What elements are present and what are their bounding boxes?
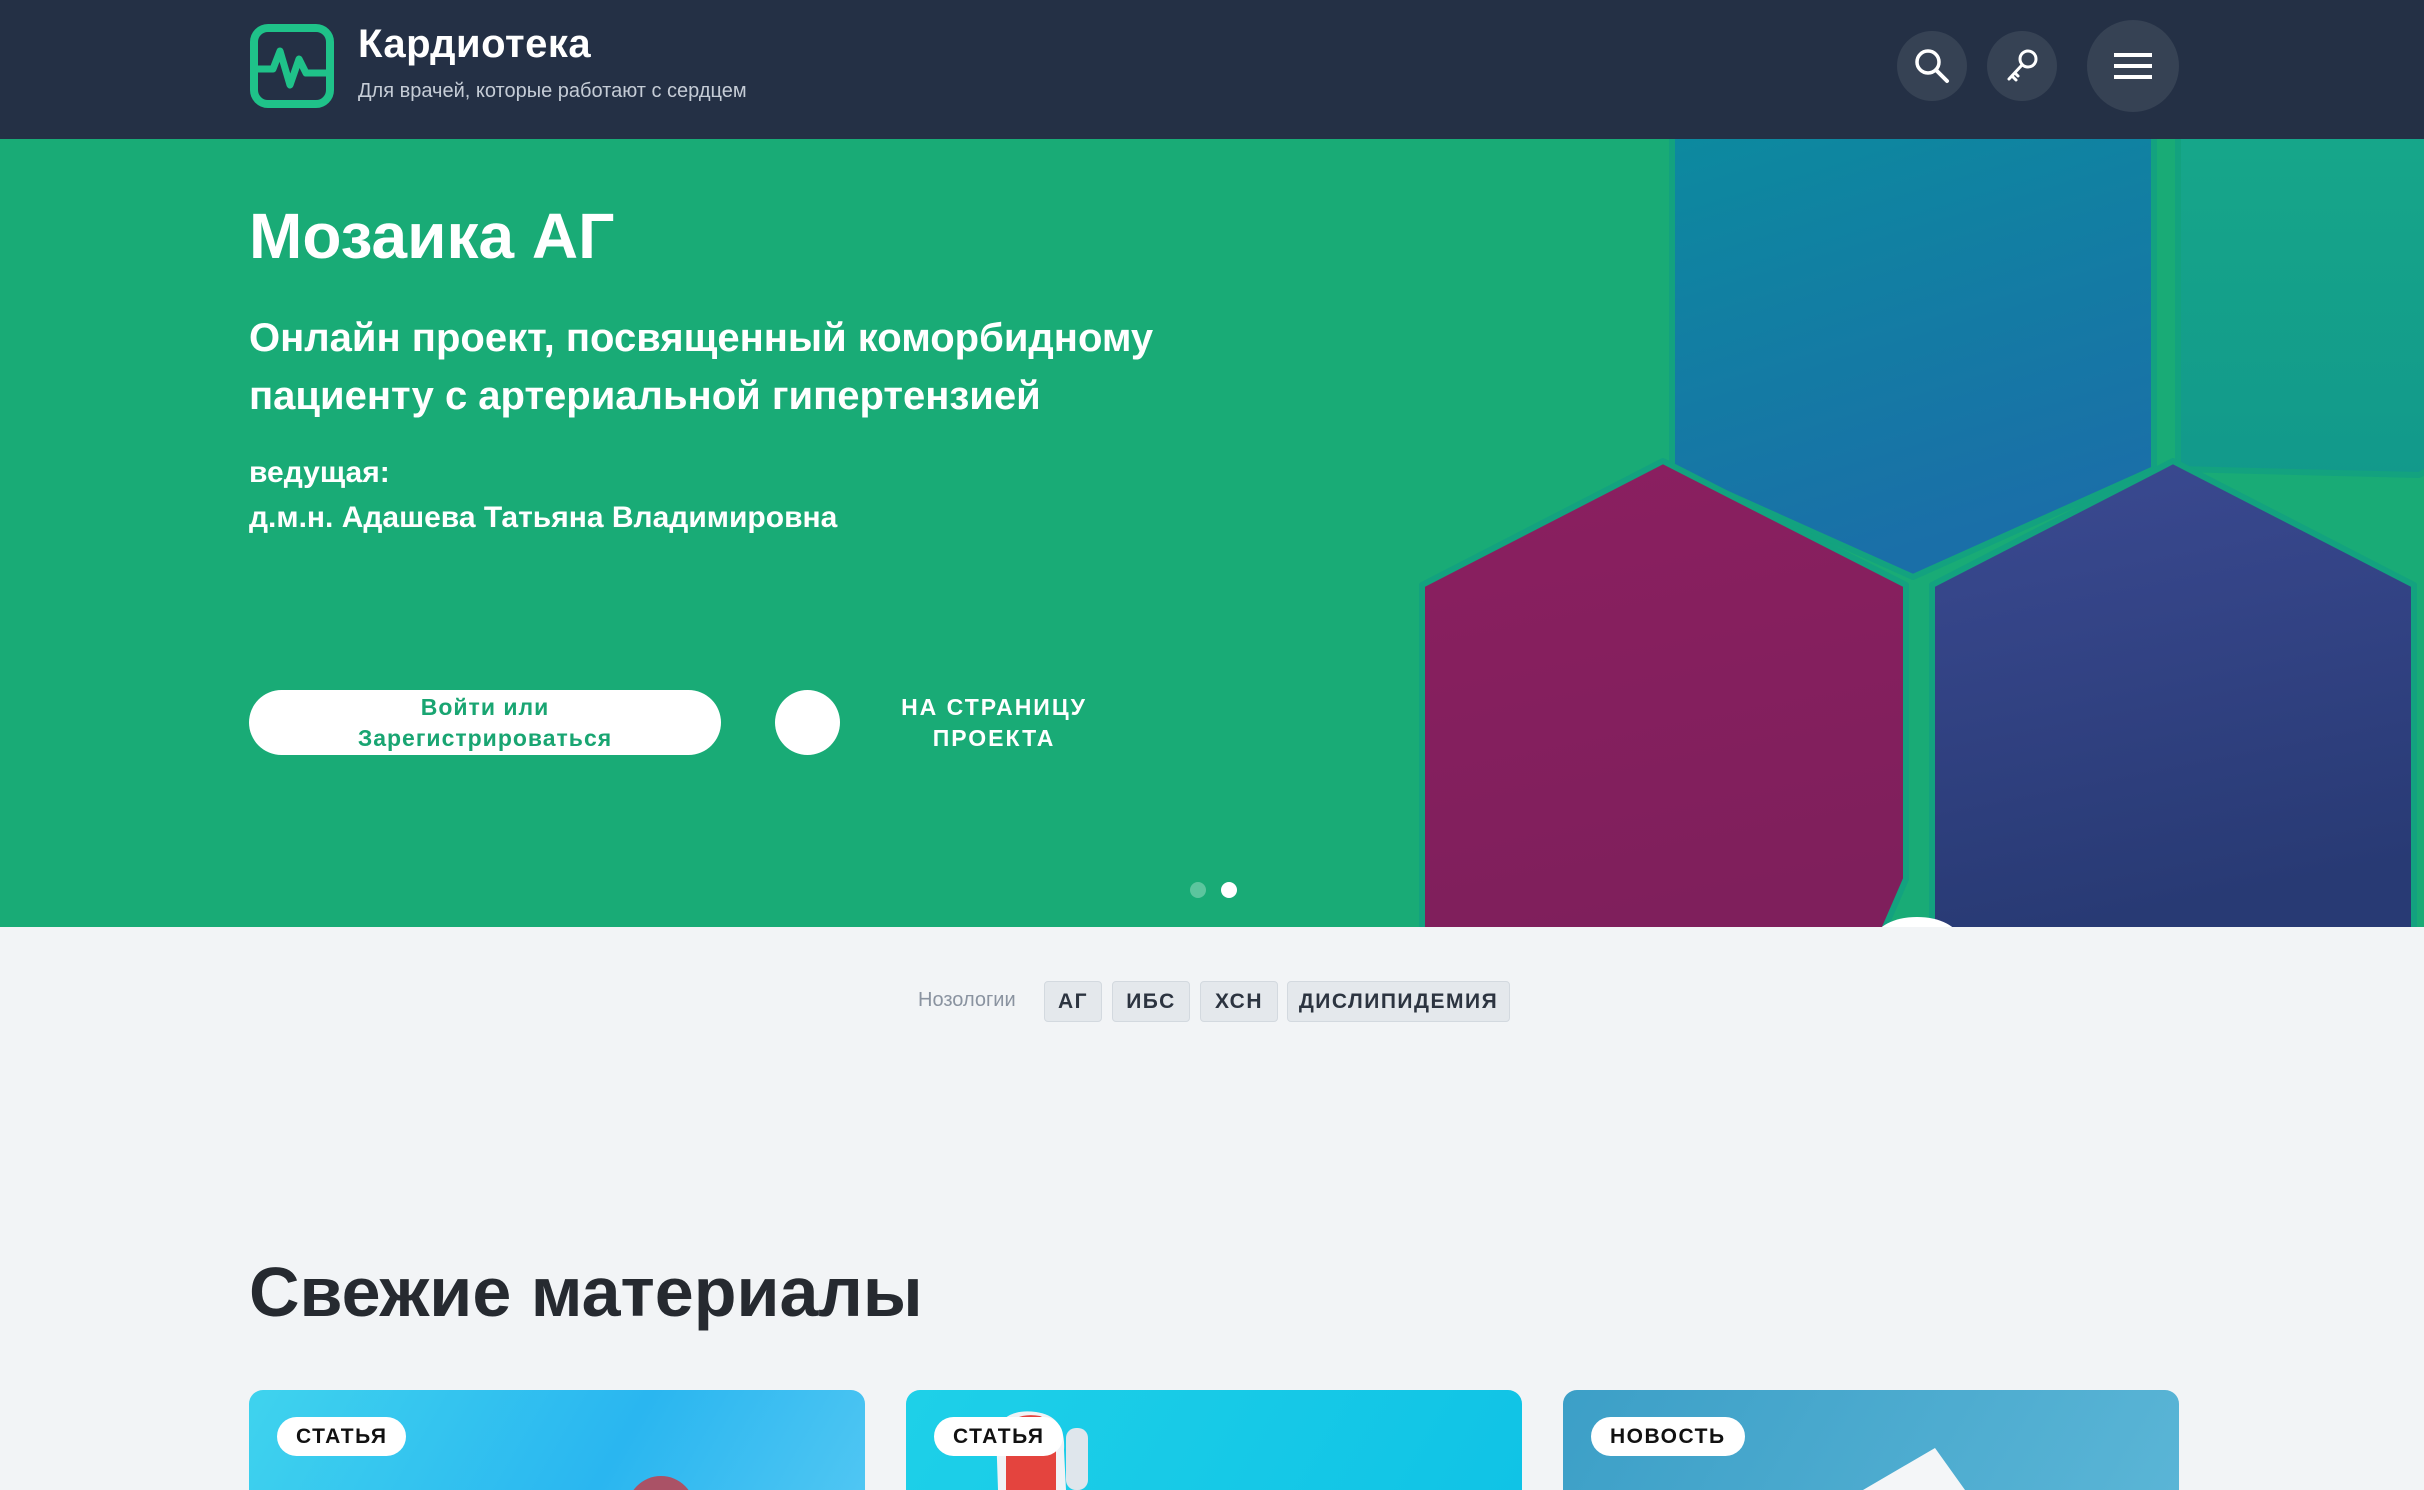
hero-host-label: ведущая: xyxy=(249,456,390,489)
hero-banner: Мозаика АГ Онлайн проект, посвященный ко… xyxy=(0,139,2424,927)
login-key-button[interactable] xyxy=(1987,31,2057,101)
slider-dot-1[interactable] xyxy=(1190,882,1206,898)
card-type-badge: НОВОСТЬ xyxy=(1591,1417,1745,1456)
search-button[interactable] xyxy=(1897,31,1967,101)
material-card[interactable]: СТАТЬЯ xyxy=(906,1390,1522,1490)
card-type-badge: СТАТЬЯ xyxy=(277,1417,407,1456)
nosology-tag-ibs[interactable]: ИБС xyxy=(1112,981,1190,1022)
hero-title: Мозаика АГ xyxy=(249,200,615,272)
card-type-badge: СТАТЬЯ xyxy=(934,1417,1064,1456)
brand-name[interactable]: Кардиотека xyxy=(358,22,591,67)
nosology-tag-ag[interactable]: АГ xyxy=(1044,981,1102,1022)
search-icon xyxy=(1915,49,1949,83)
material-card[interactable]: СТАТЬЯ xyxy=(249,1390,865,1490)
site-header: Кардиотека Для врачей, которые работают … xyxy=(0,0,2424,139)
key-icon xyxy=(2007,49,2038,82)
nosology-tag-hsn[interactable]: ХСН xyxy=(1200,981,1278,1022)
slider-dot-2-active[interactable] xyxy=(1221,882,1237,898)
menu-icon xyxy=(2114,53,2152,79)
heartbeat-logo-icon[interactable] xyxy=(249,23,335,109)
material-card[interactable]: НОВОСТЬ xyxy=(1563,1390,2179,1490)
section-title-fresh-materials: Свежие материалы xyxy=(249,1253,923,1331)
login-register-button[interactable]: Войти или Зарегистрироваться xyxy=(249,690,721,755)
brand-tagline: Для врачей, которые работают с сердцем xyxy=(358,80,747,102)
project-page-link[interactable]: НА СТРАНИЦУ ПРОЕКТА xyxy=(880,690,1108,755)
hero-host-name: д.м.н. Адашева Татьяна Владимировна xyxy=(249,501,838,534)
play-circle-button[interactable] xyxy=(775,690,840,755)
nosology-tag-dyslipidemia[interactable]: ДИСЛИПИДЕМИЯ xyxy=(1287,981,1510,1022)
nosology-label: Нозологии xyxy=(918,989,1016,1011)
menu-button[interactable] xyxy=(2087,20,2179,112)
hero-subtitle: Онлайн проект, посвященный коморбидному … xyxy=(249,316,1154,418)
